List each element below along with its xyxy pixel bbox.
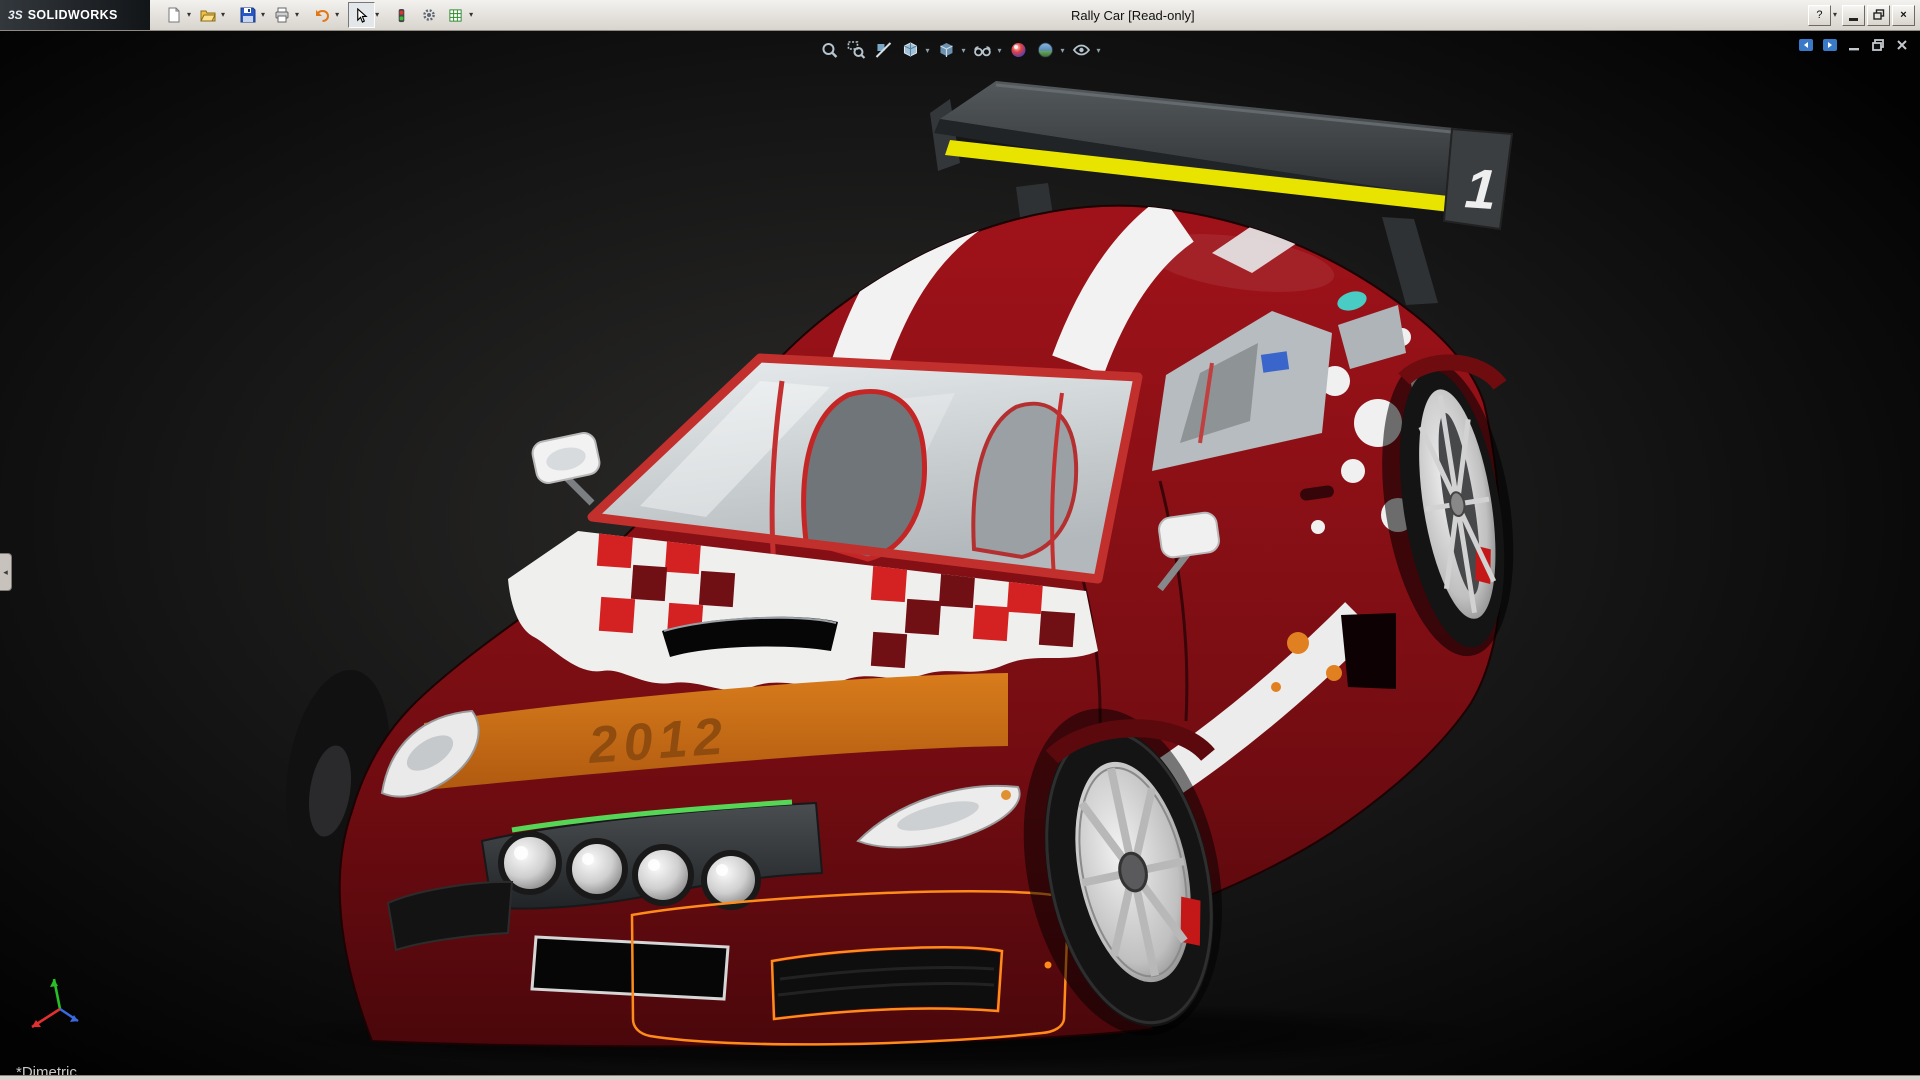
file-properties-button[interactable] (442, 2, 469, 28)
help-caret[interactable]: ▾ (1833, 11, 1837, 19)
undo-button[interactable] (308, 2, 335, 28)
edit-appearance-button[interactable] (1007, 39, 1031, 61)
zoom-to-fit-button[interactable] (817, 39, 841, 61)
doc-restore-button[interactable] (1869, 37, 1886, 53)
select-tool-button[interactable] (348, 2, 375, 28)
solidworks-logo: 3S SOLIDWORKS (0, 0, 150, 30)
minimize-icon (1849, 18, 1858, 21)
doc-close-button[interactable] (1893, 37, 1910, 53)
restore-button[interactable] (1867, 5, 1890, 26)
undo-icon (314, 7, 330, 23)
year-decal: 2012 (586, 707, 730, 775)
view-orientation-button[interactable] (898, 39, 922, 61)
open-folder-icon (200, 7, 216, 23)
view-orientation-caret[interactable]: ▾ (925, 46, 929, 55)
print-button[interactable] (268, 2, 295, 28)
bottom-strip (0, 1075, 1920, 1080)
scene-ball-icon (1037, 41, 1055, 59)
race-number: 1 (1463, 156, 1498, 221)
driver-seat (804, 391, 925, 559)
save-button[interactable] (234, 2, 261, 28)
window-controls: ? ▾ × (1808, 5, 1920, 26)
view-settings-caret[interactable]: ▾ (1097, 46, 1101, 55)
rebuild-button[interactable] (388, 2, 415, 28)
titlebar: 3S SOLIDWORKS ▾ ▾ ▾ ▾ ▾ ▾ (0, 0, 1920, 31)
options-button[interactable] (415, 2, 442, 28)
glasses-icon (973, 41, 991, 59)
new-caret[interactable]: ▾ (187, 11, 191, 19)
save-caret[interactable]: ▾ (261, 11, 265, 19)
select-caret[interactable]: ▾ (375, 11, 379, 19)
panel-collapse-tab[interactable]: ◂ (0, 553, 12, 591)
display-style-icon (937, 41, 955, 59)
rebuild-traffic-light-icon (394, 8, 409, 23)
3d-viewport[interactable]: 1 (0, 31, 1920, 1075)
eye-icon (1073, 41, 1091, 59)
zoom-to-fit-icon (820, 41, 838, 59)
open-button[interactable] (194, 2, 221, 28)
graphics-area[interactable]: 1 (0, 31, 1920, 1075)
license-plate (532, 937, 728, 999)
display-style-button[interactable] (934, 39, 958, 61)
main-toolbar: ▾ ▾ ▾ ▾ ▾ ▾ (160, 2, 476, 28)
open-caret[interactable]: ▾ (221, 11, 225, 19)
apply-scene-button[interactable] (1034, 39, 1058, 61)
orientation-triad (20, 969, 100, 1041)
pane-left-icon (1798, 37, 1814, 53)
view-orientation-label: *Dimetric (16, 1064, 77, 1075)
appearance-ball-icon (1010, 41, 1028, 59)
apply-scene-caret[interactable]: ▾ (1061, 46, 1065, 55)
file-properties-caret[interactable]: ▾ (469, 11, 473, 19)
section-view-icon (874, 41, 892, 59)
headsup-toolbar: ▾ ▾ ▾ ▾ ▾ (817, 39, 1102, 61)
brand-name: SOLIDWORKS (28, 8, 118, 22)
select-cursor-icon (354, 8, 369, 23)
solidworks-window: 3S SOLIDWORKS ▾ ▾ ▾ ▾ ▾ ▾ (0, 0, 1920, 1080)
document-window-controls (1797, 37, 1910, 53)
save-icon (240, 7, 256, 23)
window-title: Rally Car [Read-only] (1071, 8, 1195, 23)
print-icon (274, 7, 290, 23)
gear-icon (421, 7, 437, 23)
close-button[interactable]: × (1892, 5, 1915, 26)
new-document-icon (166, 7, 182, 23)
3ds-logo-mark: 3S (8, 8, 23, 22)
display-style-caret[interactable]: ▾ (961, 46, 965, 55)
show-display-pane-button[interactable] (1821, 37, 1838, 53)
doc-restore-icon (1870, 37, 1886, 53)
table-grid-icon (448, 8, 463, 23)
doc-minimize-button[interactable] (1845, 37, 1862, 53)
new-document-button[interactable] (160, 2, 187, 28)
section-view-button[interactable] (871, 39, 895, 61)
show-feature-pane-button[interactable] (1797, 37, 1814, 53)
zoom-to-area-button[interactable] (844, 39, 868, 61)
print-caret[interactable]: ▾ (295, 11, 299, 19)
minimize-button[interactable] (1842, 5, 1865, 26)
zoom-to-area-icon (847, 41, 865, 59)
help-button[interactable]: ? (1808, 5, 1831, 26)
pane-right-icon (1822, 37, 1838, 53)
restore-icon (1873, 9, 1885, 21)
doc-close-icon (1894, 37, 1910, 53)
undo-caret[interactable]: ▾ (335, 11, 339, 19)
view-settings-button[interactable] (1070, 39, 1094, 61)
selection-handle[interactable] (1045, 962, 1052, 969)
hide-show-caret[interactable]: ▾ (997, 46, 1001, 55)
view-cube-icon (901, 41, 919, 59)
hide-show-items-button[interactable] (970, 39, 994, 61)
doc-minimize-icon (1846, 37, 1862, 53)
side-vent (1341, 613, 1396, 689)
